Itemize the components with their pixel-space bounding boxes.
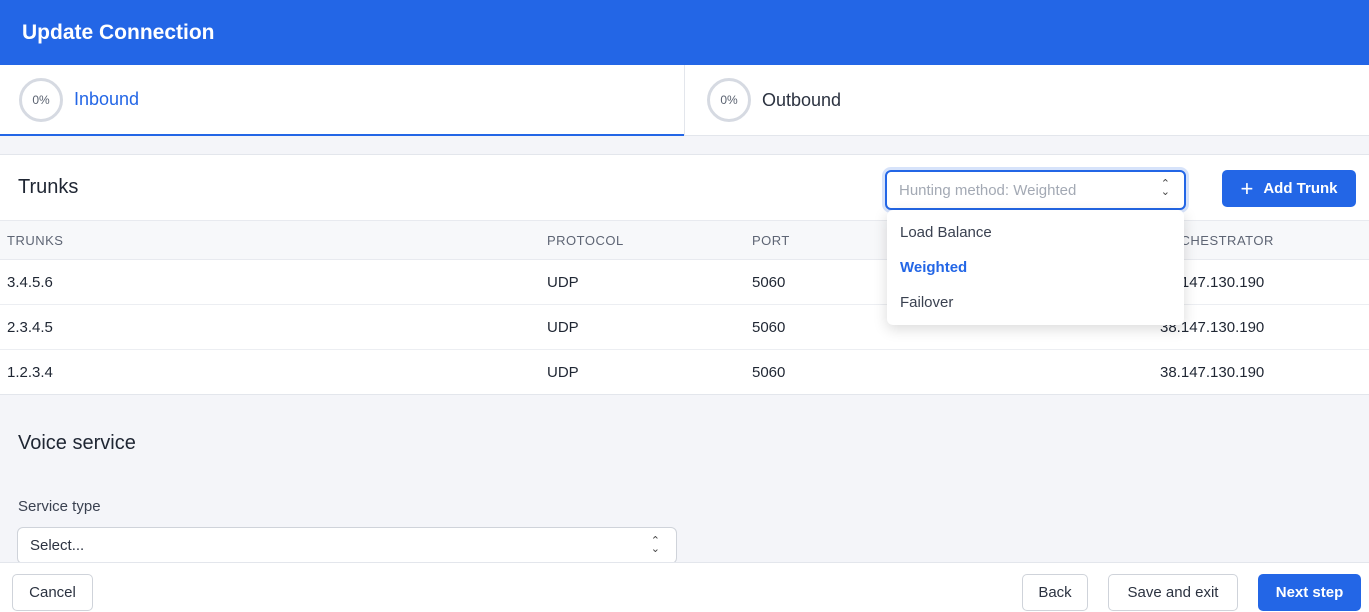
back-button[interactable]: Back xyxy=(1022,574,1088,611)
add-trunk-button[interactable]: + Add Trunk xyxy=(1222,170,1356,207)
option-weighted[interactable]: Weighted xyxy=(887,250,1184,285)
progress-label: 0% xyxy=(32,92,50,107)
cell-trunk: 2.3.4.5 xyxy=(7,318,53,336)
tab-label: Outbound xyxy=(762,89,842,110)
plus-icon: + xyxy=(1240,175,1254,201)
table-row[interactable]: 1.2.3.4 UDP 5060 38.147.130.190 xyxy=(0,350,1369,395)
trunks-title: Trunks xyxy=(18,176,79,198)
progress-label: 0% xyxy=(720,93,738,107)
option-load-balance[interactable]: Load Balance xyxy=(887,215,1184,250)
cell-trunk: 3.4.5.6 xyxy=(7,273,53,291)
option-failover[interactable]: Failover xyxy=(887,285,1184,320)
column-header[interactable]: TRUNKS xyxy=(7,233,63,248)
footer-bar: Cancel Back Save and exit Next step xyxy=(0,562,1369,612)
cell-port: 5060 xyxy=(752,364,786,381)
tab-outbound[interactable]: 0% Outbound xyxy=(684,65,1369,135)
progress-ring-inbound: 0% xyxy=(19,77,63,122)
column-header[interactable]: PROTOCOL xyxy=(547,233,624,248)
cell-protocol: UDP xyxy=(547,364,579,381)
cell-trunk: 1.2.3.4 xyxy=(7,364,53,381)
cell-port: 5060 xyxy=(752,273,786,291)
chevron-updown-icon: ⌃ ⌄ xyxy=(1160,178,1170,198)
hunting-method-select[interactable]: Hunting method: Weighted ⌃ ⌄ xyxy=(885,170,1186,210)
add-trunk-label: Add Trunk xyxy=(1263,180,1338,197)
save-and-exit-button[interactable]: Save and exit xyxy=(1108,574,1238,611)
hunting-method-value: Hunting method: Weighted xyxy=(899,181,1077,199)
hunting-method-dropdown: Load Balance Weighted Failover xyxy=(887,210,1184,325)
cancel-button[interactable]: Cancel xyxy=(12,574,93,611)
cell-port: 5060 xyxy=(752,318,786,336)
cell-orchestrator: 38.147.130.190 xyxy=(1160,364,1265,381)
page-title: Update Connection xyxy=(22,20,215,44)
service-type-label: Service type xyxy=(18,498,101,515)
service-type-select[interactable]: Select... ⌃ ⌄ xyxy=(17,527,677,564)
step-tabs: 0% Inbound 0% Outbound xyxy=(0,65,1369,136)
chevron-updown-icon: ⌃ ⌄ xyxy=(650,535,660,555)
column-header[interactable]: PORT xyxy=(752,233,790,248)
progress-ring-outbound: 0% xyxy=(707,78,751,122)
next-step-button[interactable]: Next step xyxy=(1258,574,1361,611)
cell-protocol: UDP xyxy=(547,318,579,336)
service-type-value: Select... xyxy=(30,537,85,554)
cell-protocol: UDP xyxy=(547,273,579,291)
voice-service-title: Voice service xyxy=(18,432,136,454)
header-bar: Update Connection xyxy=(0,0,1369,65)
tab-label: Inbound xyxy=(74,89,140,109)
tab-inbound[interactable]: 0% Inbound xyxy=(0,65,684,136)
